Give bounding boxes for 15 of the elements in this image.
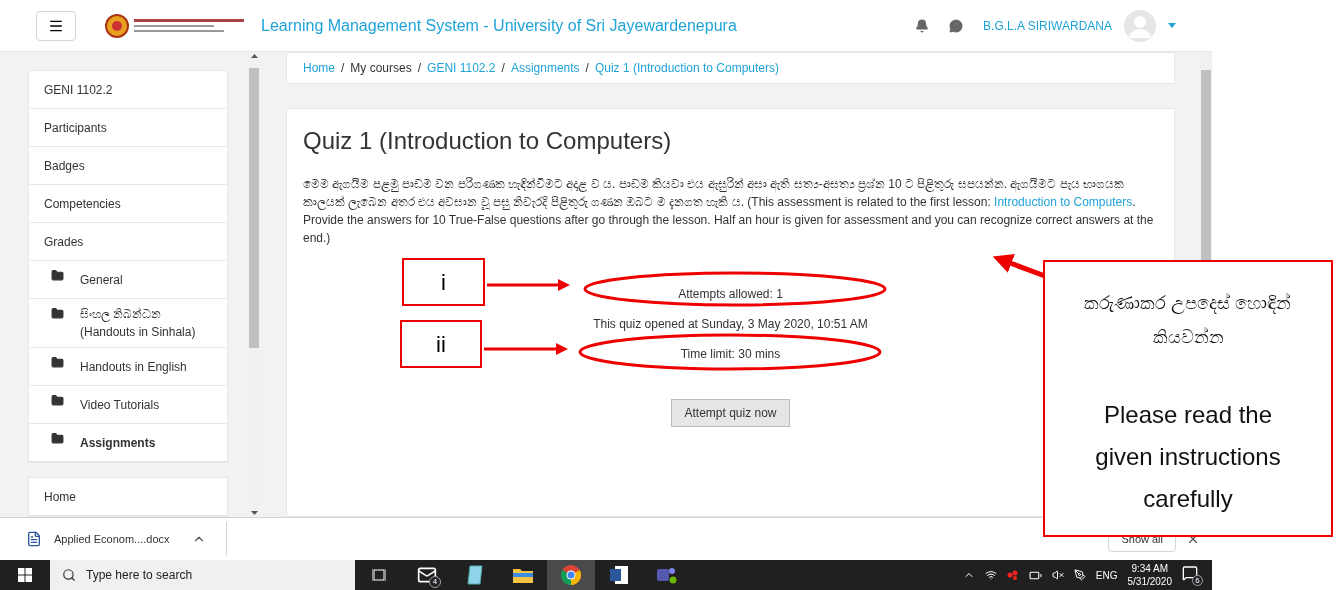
note-text: කරුණාකර උපදෙස් හොඳින් කියවන්න xyxy=(1083,292,1293,349)
badge-count: 6 xyxy=(1192,575,1203,586)
badge-count: 4 xyxy=(429,576,441,588)
breadcrumb-separator: / xyxy=(585,60,589,77)
note-text: Please read the given instructions carefully xyxy=(1094,400,1282,514)
quiz-description: මෙම ඇගයීම පළමු පාඩම වන පරිගණක හැඳින්වීමට අදාළ ව ය. පාඩම කියවා එය ඇසුරින් අසා ඇති සත්‍ය-අසත්‍ය ප්‍රශ්න 10 ට පිළිතුරු සපයන්න. ඇගයීමට පැය භාගයක කාලයක් ලැබෙන අතර එය අවසාන වූ පසු නිවැරදි පිළිතුරු ගණන ඔබට ම දැනගත හැකි ය. (This assessment is related to the first lesson: Introduction to Computers. Provide the answers for 10 True-False questions after go through the lesson. Half an hour is given for assessment and you can recognize correct answers at the end.) xyxy=(303,176,1155,247)
annotation-label: i xyxy=(402,258,485,306)
quiz-info: Attempts allowed: 1 xyxy=(678,286,783,303)
breadcrumb-separator: / xyxy=(341,60,345,77)
breadcrumb-separator: / xyxy=(501,60,505,77)
quiz-title: Quiz 1 (Introduction to Computers) xyxy=(303,126,673,156)
quiz-info: Time limit: 30 mins xyxy=(680,346,781,363)
annotation-label: ii xyxy=(400,320,482,368)
quiz-info: This quiz opened at Sunday, 3 May 2020, 10:51 AM xyxy=(593,316,868,333)
breadcrumb-separator: / xyxy=(417,60,422,77)
